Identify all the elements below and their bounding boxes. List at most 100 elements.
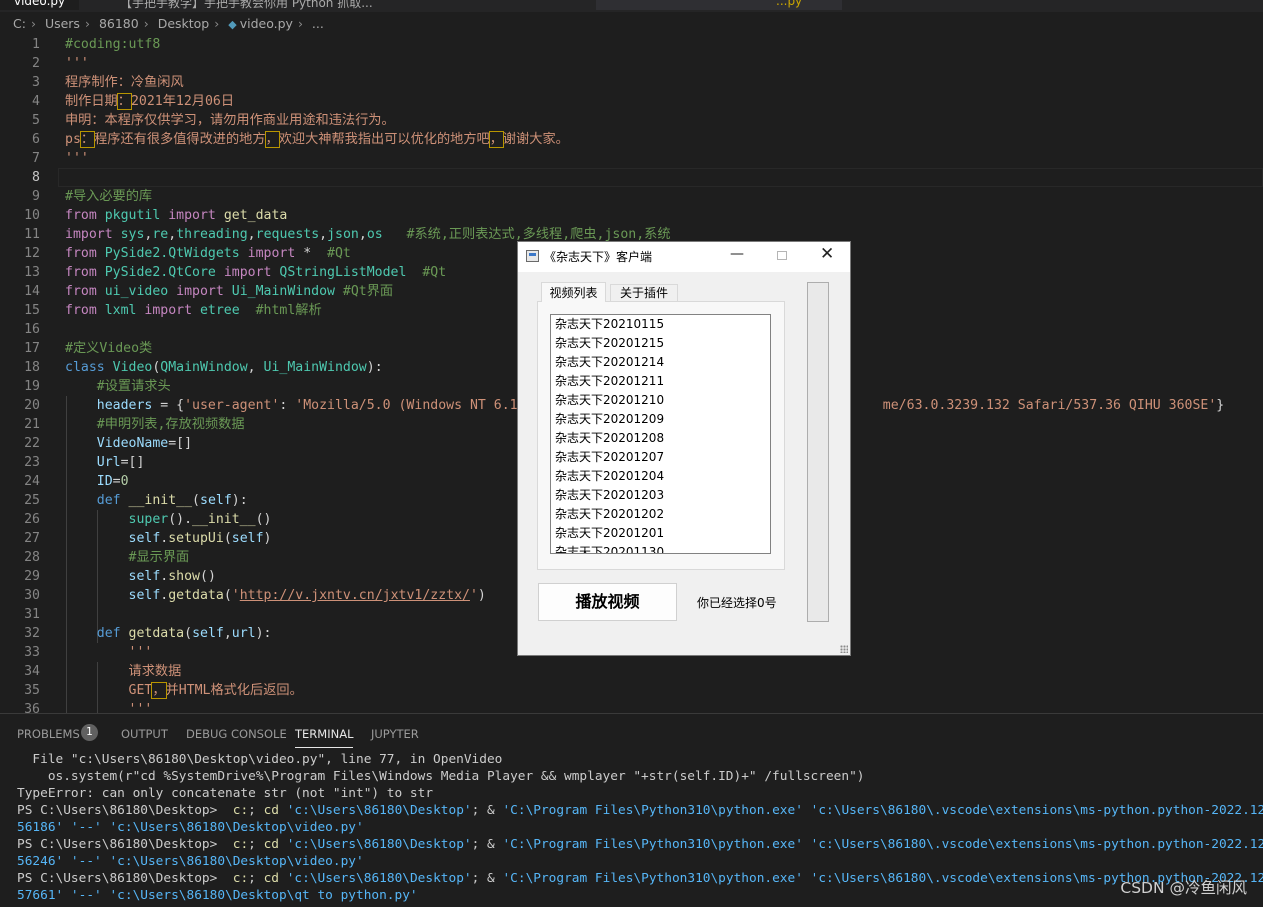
breadcrumb-item[interactable]: video.py [240, 16, 293, 31]
code-token: : [279, 398, 296, 413]
line-number: 5 [32, 113, 40, 128]
code-line[interactable]: 1 #coding:utf8 [0, 35, 1263, 54]
tab-video-list[interactable]: 视频列表 [541, 282, 606, 302]
list-item[interactable]: 杂志天下20201203 [551, 486, 770, 505]
resize-grip-icon[interactable] [840, 645, 848, 653]
list-item[interactable]: 杂志天下20201215 [551, 334, 770, 353]
code-line[interactable]: 7 ''' [0, 149, 1263, 168]
code-token: ): [231, 493, 248, 508]
code-token: QStringListModel [271, 265, 423, 280]
editor-tab-video-py[interactable]: video.py [0, 0, 80, 10]
line-number: 34 [24, 664, 40, 679]
line-number: 16 [24, 322, 40, 337]
terminal-token: cd [263, 871, 279, 886]
breadcrumb-item[interactable]: Users [45, 16, 80, 31]
terminal-output[interactable]: File "c:\Users\86180\Desktop\video.py", … [17, 751, 1263, 907]
minimize-icon[interactable]: — [730, 246, 744, 262]
code-line[interactable]: 5 申明：本程序仅供学习，请勿用作商业用途和违法行为。 [0, 111, 1263, 130]
maximize-icon[interactable] [777, 251, 787, 260]
code-line[interactable]: 9 #导入必要的库 [0, 187, 1263, 206]
list-item[interactable]: 杂志天下20201214 [551, 353, 770, 372]
code-token: ' [231, 588, 240, 603]
code-token: ( [223, 588, 232, 603]
code-text: #导入必要的库 [65, 187, 152, 206]
line-number: 3 [32, 75, 40, 90]
list-item[interactable]: 杂志天下20201209 [551, 410, 770, 429]
list-item[interactable]: 杂志天下20201202 [551, 505, 770, 524]
code-token: ): [366, 360, 383, 375]
code-text: ''' [65, 700, 153, 713]
code-text: #定义Video类 [65, 339, 152, 358]
terminal-line: 56186' '--' 'c:\Users\86180\Desktop\vide… [17, 819, 1263, 836]
code-text: self.show() [65, 567, 216, 586]
close-icon[interactable]: ✕ [820, 244, 834, 264]
list-item[interactable]: 杂志天下20210115 [551, 315, 770, 334]
list-item[interactable]: 杂志天下20201201 [551, 524, 770, 543]
video-player-area[interactable] [807, 282, 829, 622]
code-token: VideoName [65, 436, 169, 451]
terminal-token: PS C:\Users\86180\Desktop> [17, 837, 233, 852]
code-text: #coding:utf8 [65, 35, 160, 54]
terminal-token: File "c:\Users\86180\Desktop\video.py", … [17, 752, 503, 767]
tab-output[interactable]: OUTPUT [121, 727, 168, 741]
code-line[interactable]: 8 [0, 168, 1263, 187]
line-number: 6 [32, 132, 40, 147]
code-token: from [65, 246, 97, 261]
line-number: 9 [32, 189, 40, 204]
selection-status: 你已经选择0号 [697, 596, 777, 610]
terminal-token: os.system(r"cd %SystemDrive%\Program Fil… [17, 769, 865, 784]
code-line[interactable]: 35 GET，并HTML格式化后返回。 [0, 681, 1263, 700]
tab-problems[interactable]: PROBLEMS [17, 727, 80, 741]
play-video-button[interactable]: 播放视频 [538, 583, 677, 621]
qt-title-bar[interactable]: 《杂志天下》客户端 — ✕ [518, 242, 850, 272]
terminal-line: PS C:\Users\86180\Desktop> c:; cd 'c:\Us… [17, 836, 1263, 853]
line-number: 30 [24, 588, 40, 603]
code-token: self [192, 626, 224, 641]
breadcrumb-item[interactable]: 86180 [99, 16, 139, 31]
list-item[interactable]: 杂志天下20201204 [551, 467, 770, 486]
code-line[interactable]: 3 程序制作：冷鱼闲风 [0, 73, 1263, 92]
code-line[interactable]: 34 请求数据 [0, 662, 1263, 681]
breadcrumb-item[interactable]: C: [13, 16, 26, 31]
command-center[interactable] [596, 0, 842, 10]
breadcrumb-item[interactable]: Desktop [158, 16, 210, 31]
tab-terminal[interactable]: TERMINAL [295, 727, 354, 748]
video-list[interactable]: 杂志天下20210115 杂志天下20201215 杂志天下20201214 杂志天下… [550, 314, 771, 554]
breadcrumb: C: › Users › 86180 › Desktop › ◆ video.py › ..… [0, 13, 1263, 35]
list-item[interactable]: 杂志天下20201211 [551, 372, 770, 391]
tab-about-plugin[interactable]: 关于插件 [610, 284, 678, 301]
code-token: 'user-agent' [184, 398, 280, 413]
line-number: 1 [32, 37, 40, 52]
tab-debug-console[interactable]: DEBUG CONSOLE [186, 727, 287, 741]
code-line[interactable]: 6 ps：程序还有很多值得改进的地方，欢迎大神帮我指出可以优化的地方吧，谢谢大家。 [0, 130, 1263, 149]
code-token: (). [168, 512, 193, 527]
tab-jupyter[interactable]: JUPYTER [371, 727, 419, 741]
code-text: ID=0 [65, 472, 129, 491]
code-token: sys [112, 227, 145, 242]
code-line[interactable]: 36 ''' [0, 700, 1263, 713]
code-token: import [247, 246, 296, 261]
code-token: =[] [168, 436, 193, 451]
line-number: 20 [24, 398, 40, 413]
terminal-line: 57661' '--' 'c:\Users\86180\Desktop\qt t… [17, 887, 1263, 904]
terminal-token: ; & [471, 871, 503, 886]
qt-app-window[interactable]: 《杂志天下》客户端 — ✕ 视频列表 关于插件 杂志天下20210115 杂志天下… [517, 241, 851, 656]
line-number: 2 [32, 56, 40, 71]
breadcrumb-item[interactable]: ... [312, 16, 324, 31]
code-token: ， [488, 131, 504, 148]
code-token: ID [65, 474, 113, 489]
code-line[interactable]: 2 ''' [0, 54, 1263, 73]
list-item[interactable]: 杂志天下20201210 [551, 391, 770, 410]
code-token: ''' [65, 56, 89, 71]
code-token: ui_video [96, 284, 177, 299]
list-item[interactable]: 杂志天下20201130 [551, 543, 770, 553]
code-line[interactable]: 10 from pkgutil import get_data [0, 206, 1263, 225]
list-item[interactable]: 杂志天下20201207 [551, 448, 770, 467]
list-item[interactable]: 杂志天下20201208 [551, 429, 770, 448]
code-token: Video [104, 360, 153, 375]
code-line[interactable]: 4 制作日期：2021年12月06日 [0, 92, 1263, 111]
terminal-token: TypeError: can only concatenate str (not… [17, 786, 434, 801]
code-token: #Qt [422, 265, 447, 280]
line-number: 24 [24, 474, 40, 489]
line-number: 4 [32, 94, 40, 109]
